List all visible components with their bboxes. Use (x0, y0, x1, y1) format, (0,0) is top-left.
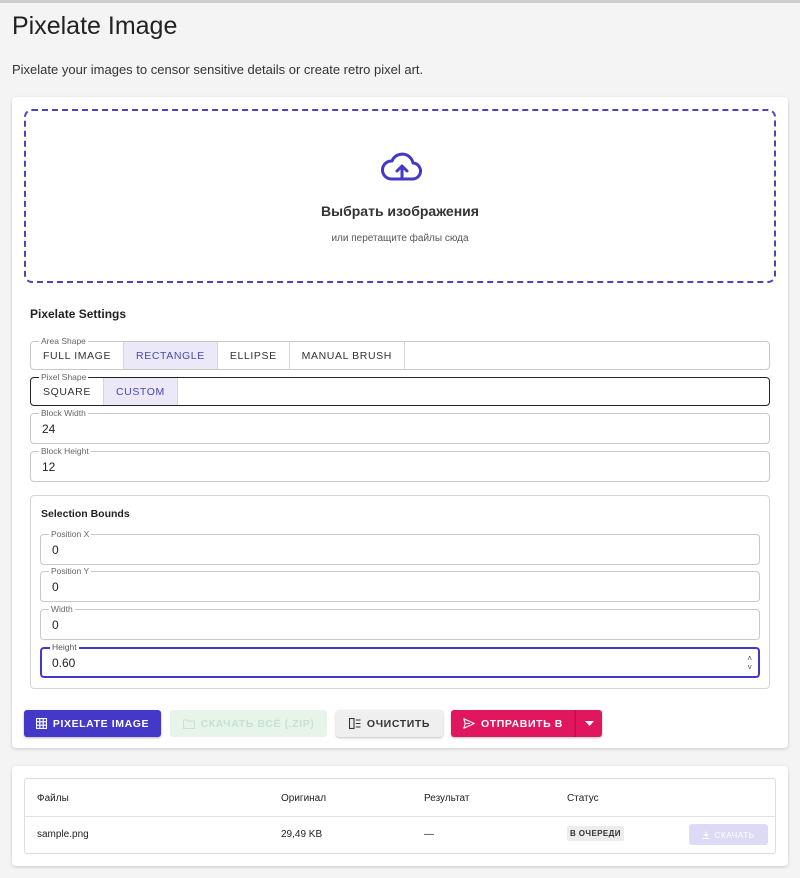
pixel-shape-group: SQUARE CUSTOM Pixel Shape (30, 371, 770, 406)
page-title: Pixelate Image (12, 12, 178, 40)
column-header-status: Статус (567, 793, 599, 804)
selection-bounds-title: Selection Bounds (41, 508, 130, 520)
download-zip-label: СКАЧАТЬ ВСЁ (.ZIP) (200, 717, 315, 730)
file-original-size-cell: 29,49 KB (281, 829, 323, 840)
top-border (0, 0, 800, 3)
folder-icon (182, 718, 195, 729)
column-header-original: Оригинал (281, 793, 327, 804)
send-to-dropdown-button[interactable] (575, 710, 602, 737)
download-zip-button[interactable]: СКАЧАТЬ ВСЁ (.ZIP) (170, 710, 327, 737)
width-field[interactable]: 0 Width (40, 603, 760, 640)
width-label: Width (49, 603, 75, 615)
block-height-label: Block Height (39, 445, 91, 457)
pixelate-image-label: PIXELATE IMAGE (52, 717, 150, 730)
page-description: Pixelate your images to censor sensitive… (12, 62, 424, 77)
send-to-button[interactable]: ОТПРАВИТЬ В (451, 710, 575, 737)
height-value[interactable]: 0.60 (52, 649, 75, 676)
column-header-result: Результат (424, 793, 470, 804)
file-download-button[interactable]: СКАЧАТЬ (689, 824, 768, 845)
grid-icon (35, 718, 47, 729)
clear-list-icon (348, 718, 361, 729)
height-field[interactable]: 0.60 Height ˄ ˅ (40, 641, 760, 678)
block-width-label: Block Width (39, 407, 88, 419)
files-table: Файлы Оригинал Результат Статус sample.p… (24, 778, 776, 854)
dropzone-title: Выбрать изображения (321, 203, 479, 219)
clear-label: ОЧИСТИТЬ (366, 717, 431, 730)
area-shape-rectangle[interactable]: RECTANGLE (124, 342, 218, 369)
status-badge: В ОЧЕРЕДИ (567, 826, 624, 841)
number-spinner[interactable]: ˄ ˅ (747, 654, 752, 672)
block-height-field[interactable]: 12 Block Height (30, 445, 770, 482)
settings-title: Pixelate Settings (30, 307, 127, 321)
height-label: Height (50, 641, 79, 653)
position-x-label: Position X (49, 528, 92, 540)
main-card: Выбрать изображения или перетащите файлы… (12, 97, 788, 748)
chevron-down-icon[interactable]: ˅ (747, 663, 752, 672)
file-download-label: СКАЧАТЬ (714, 829, 755, 840)
area-shape-label: Area Shape (39, 335, 88, 347)
selection-bounds-panel: Selection Bounds 0 Position X 0 Position… (30, 495, 770, 689)
position-x-field[interactable]: 0 Position X (40, 528, 760, 565)
cloud-upload-icon (381, 152, 422, 181)
position-y-label: Position Y (49, 565, 92, 577)
block-width-field[interactable]: 24 Block Width (30, 407, 770, 444)
file-dropzone[interactable]: Выбрать изображения или перетащите файлы… (24, 109, 776, 283)
chevron-up-icon[interactable]: ˄ (747, 654, 752, 663)
pixel-shape-label: Pixel Shape (39, 371, 89, 383)
column-header-files: Файлы (37, 793, 69, 804)
area-shape-ellipse[interactable]: ELLIPSE (218, 342, 290, 369)
file-result-cell: — (424, 829, 434, 840)
caret-down-icon (584, 721, 594, 726)
send-to-label: ОТПРАВИТЬ В (481, 717, 563, 730)
files-card: Файлы Оригинал Результат Статус sample.p… (12, 766, 788, 866)
file-name-cell: sample.png (37, 829, 89, 840)
pixel-shape-custom[interactable]: CUSTOM (103, 378, 178, 405)
area-shape-manual-brush[interactable]: MANUAL BRUSH (290, 342, 405, 369)
clear-button[interactable]: ОЧИСТИТЬ (336, 710, 443, 737)
position-y-field[interactable]: 0 Position Y (40, 565, 760, 602)
header-divider (25, 816, 775, 817)
send-icon (463, 718, 475, 729)
dropzone-subtitle: или перетащите файлы сюда (331, 233, 469, 244)
area-shape-group: FULL IMAGE RECTANGLE ELLIPSE MANUAL BRUS… (30, 335, 770, 370)
download-icon (702, 831, 710, 839)
pixelate-image-button[interactable]: PIXELATE IMAGE (24, 710, 161, 737)
